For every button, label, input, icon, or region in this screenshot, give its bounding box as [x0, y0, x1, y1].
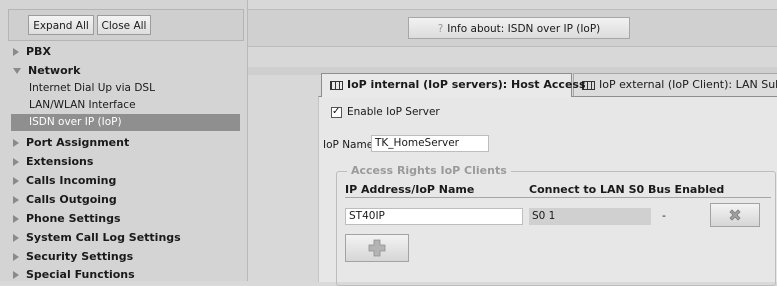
- sidebar-item-label: Special Functions: [26, 268, 135, 281]
- enable-iop-label: Enable IoP Server: [347, 106, 440, 118]
- sidebar-item-port-assignment[interactable]: Port Assignment: [13, 134, 129, 151]
- collapsed-arrow-icon: [13, 253, 19, 261]
- access-rights-fieldset: Access Rights IoP Clients IP Address/IoP…: [336, 164, 776, 286]
- tab-panel: Enable IoP Server IoP Name TK_HomeServer…: [318, 96, 777, 286]
- sidebar-item-pbx[interactable]: PBX: [13, 43, 51, 60]
- sidebar-item-label: Calls Outgoing: [26, 193, 117, 206]
- expanded-arrow-icon: [13, 68, 21, 74]
- delete-x-icon: [729, 209, 741, 221]
- sidebar-item-label: Port Assignment: [26, 136, 130, 149]
- collapsed-arrow-icon: [13, 234, 19, 242]
- expand-all-button[interactable]: Expand All: [28, 15, 94, 35]
- add-plus-icon: [368, 239, 386, 257]
- column-header-ip: IP Address/IoP Name: [345, 183, 475, 196]
- enable-iop-row: Enable IoP Server: [331, 105, 440, 119]
- delete-row-button[interactable]: [710, 203, 760, 227]
- info-button-label: Info about: ISDN over IP (IoP): [447, 23, 601, 35]
- sidebar-item-label: Calls Incoming: [26, 174, 117, 187]
- s0-bus-select[interactable]: S0 1: [529, 208, 651, 225]
- tab-label: IoP external (IoP Client): LAN Sub PBX: [599, 78, 777, 91]
- sidebar-item-calls-incoming[interactable]: Calls Incoming: [13, 172, 116, 189]
- sidebar-item-label: System Call Log Settings: [26, 231, 181, 244]
- sidebar-item-calls-outgoing[interactable]: Calls Outgoing: [13, 191, 117, 208]
- close-all-button[interactable]: Close All: [97, 15, 151, 35]
- help-icon: ?: [437, 23, 444, 35]
- ip-address-input[interactable]: ST40IP: [345, 208, 523, 225]
- collapsed-arrow-icon: [13, 158, 19, 166]
- sidebar-item-system-call-log[interactable]: System Call Log Settings: [13, 229, 181, 246]
- sidebar-item-label: Network: [28, 64, 81, 77]
- sidebar-item-isdn-over-ip[interactable]: ISDN over IP (IoP): [11, 114, 240, 131]
- access-rights-legend: Access Rights IoP Clients: [347, 164, 511, 177]
- collapsed-arrow-icon: [13, 215, 19, 223]
- header-divider: [345, 197, 771, 198]
- sidebar-item-extensions[interactable]: Extensions: [13, 153, 93, 170]
- sidebar-item-network[interactable]: Network: [13, 62, 80, 79]
- main-content: ? Info about: ISDN over IP (IoP) IoP inte…: [248, 0, 777, 286]
- tab-label: IoP internal (IoP servers): Host Access: [347, 78, 586, 91]
- sidebar-item-label: Phone Settings: [26, 212, 121, 225]
- add-row-button[interactable]: [345, 234, 409, 262]
- collapsed-arrow-icon: [13, 48, 19, 56]
- enabled-value: -: [662, 209, 666, 222]
- collapsed-arrow-icon: [13, 271, 19, 279]
- sidebar-item-label: PBX: [26, 45, 51, 58]
- collapsed-arrow-icon: [13, 139, 19, 147]
- info-bar: ? Info about: ISDN over IP (IoP): [248, 9, 777, 47]
- table-icon: [330, 80, 343, 90]
- sidebar-toolbar: Expand All Close All: [8, 9, 244, 41]
- sidebar: Expand All Close All PBX Network Interne…: [0, 0, 248, 281]
- iop-name-input[interactable]: TK_HomeServer: [371, 135, 489, 152]
- collapsed-arrow-icon: [13, 177, 19, 185]
- iop-name-label: IoP Name: [323, 139, 374, 151]
- sidebar-item-lan-wlan[interactable]: LAN/WLAN Interface: [29, 97, 136, 114]
- enable-iop-checkbox[interactable]: [331, 105, 342, 119]
- tab-iop-external[interactable]: IoP external (IoP Client): LAN Sub PBX: [573, 73, 777, 97]
- sidebar-item-special-functions[interactable]: Special Functions: [13, 266, 135, 283]
- sidebar-item-security-settings[interactable]: Security Settings: [13, 248, 133, 265]
- column-header-connect: Connect to LAN S0 Bus Enabled: [529, 183, 725, 196]
- tab-iop-internal[interactable]: IoP internal (IoP servers): Host Access: [321, 73, 586, 97]
- sidebar-item-label: Extensions: [26, 155, 94, 168]
- sidebar-item-label: Security Settings: [26, 250, 134, 263]
- info-button[interactable]: ? Info about: ISDN over IP (IoP): [408, 17, 630, 39]
- collapsed-arrow-icon: [13, 196, 19, 204]
- sidebar-item-phone-settings[interactable]: Phone Settings: [13, 210, 121, 227]
- sidebar-item-internet-dial-up[interactable]: Internet Dial Up via DSL: [29, 80, 155, 97]
